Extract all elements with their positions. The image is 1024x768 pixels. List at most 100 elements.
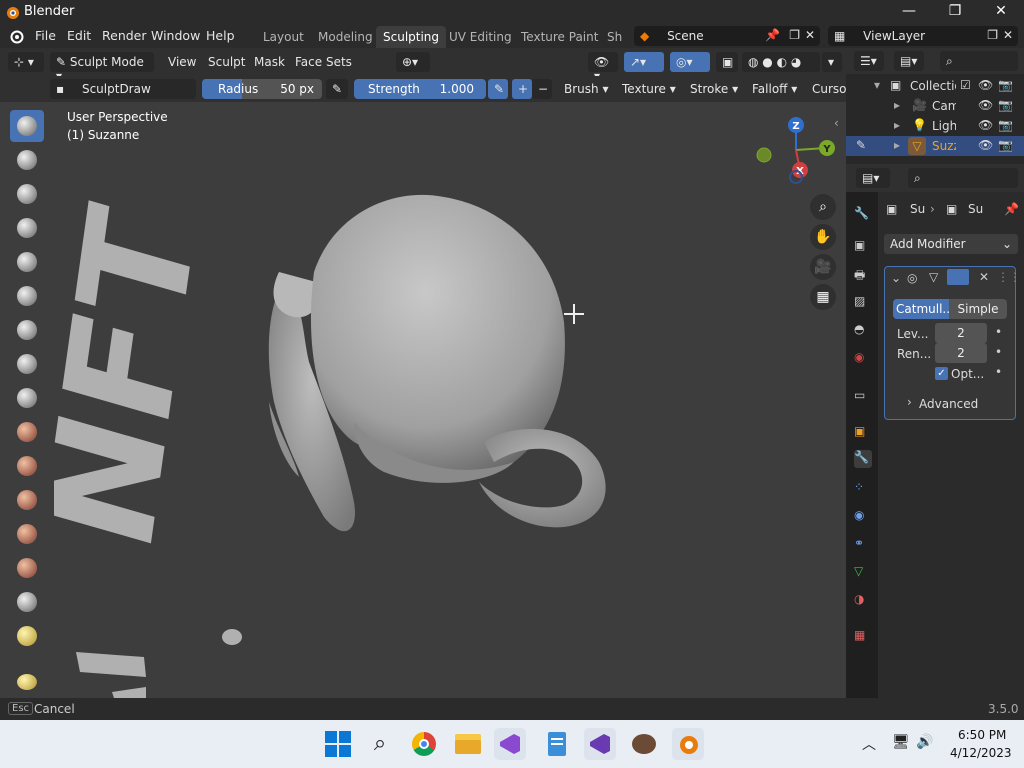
tool-clay-strips[interactable] <box>10 212 44 244</box>
tool-fill[interactable] <box>10 484 44 516</box>
remove-scene-icon[interactable]: ✕ <box>805 28 815 42</box>
simple-tab[interactable]: Simple <box>949 299 1007 319</box>
menu-mask[interactable]: Mask <box>254 55 285 69</box>
tool-snake-hook[interactable] <box>10 668 44 692</box>
network-icon[interactable]: 🖥 <box>892 734 910 750</box>
viewlayer-selector[interactable]: ▦ ViewLayer ❐ ✕ <box>828 26 1018 46</box>
eye-icon[interactable]: 👁 <box>978 98 993 112</box>
strength-slider[interactable]: Strength 1.000 <box>354 79 486 99</box>
remove-viewlayer-icon[interactable]: ✕ <box>1003 28 1013 42</box>
file-explorer-icon[interactable] <box>452 728 484 760</box>
clock-time[interactable]: 6:50 PM <box>958 728 1006 742</box>
eye-icon[interactable]: 👁 <box>978 138 993 152</box>
tray-chevron-up-icon[interactable]: ︿ <box>862 734 876 754</box>
blender-taskbar-icon[interactable] <box>672 728 704 760</box>
tool-layer[interactable] <box>10 280 44 312</box>
outliner-row[interactable]: ▸ 💡 Ligh 👁 📷 <box>846 116 1024 136</box>
menu-face-sets[interactable]: Face Sets <box>295 55 352 69</box>
gizmo-toggle[interactable]: ↗▾ <box>624 52 664 72</box>
maximize-button[interactable]: ❐ <box>932 0 978 24</box>
falloff-menu[interactable]: Falloff ▾ <box>752 82 797 96</box>
scene-tab-icon[interactable]: ◓ <box>854 322 872 340</box>
expand-icon[interactable]: ▾ <box>874 78 880 92</box>
outliner-search[interactable]: ⌕ <box>940 51 1018 71</box>
shading-dropdown[interactable]: ▾ <box>822 52 842 72</box>
collapse-icon[interactable]: ⌄ <box>891 271 901 285</box>
world-tab-icon[interactable]: ◉ <box>854 350 872 368</box>
collection-tab-icon[interactable]: ▭ <box>854 388 872 406</box>
object-tab-icon[interactable]: ▣ <box>854 424 872 442</box>
tab-layout[interactable]: Layout <box>256 26 311 48</box>
tool-draw-sharp[interactable] <box>10 144 44 176</box>
volume-icon[interactable]: 🔊 <box>916 734 933 750</box>
keyframe-dot-icon[interactable]: • <box>995 365 1002 379</box>
app-coffee-icon[interactable] <box>628 728 660 760</box>
tool-tab-icon[interactable]: 🔧 <box>854 206 872 224</box>
scene-selector[interactable]: ◆ Scene 📌 ❐ ✕ <box>634 26 820 46</box>
levels-viewport-field[interactable]: 2 <box>935 323 987 343</box>
subtract-direction-button[interactable]: − <box>532 79 552 99</box>
render-camera-icon[interactable]: 📷 <box>998 118 1013 132</box>
menu-help[interactable]: Help <box>206 28 235 43</box>
tab-texture-paint[interactable]: Texture Paint <box>514 26 605 48</box>
editmode-toggle-icon[interactable]: ▽ <box>929 270 938 284</box>
physics-tab-icon[interactable]: ◉ <box>854 508 872 526</box>
navigation-gizmo[interactable]: Z Y X <box>748 112 840 202</box>
chevron-right-icon[interactable]: › <box>907 395 912 409</box>
tool-scrape[interactable] <box>10 518 44 550</box>
zoom-icon[interactable]: ⌕ <box>810 194 836 220</box>
gizmo-z[interactable]: Z <box>792 121 799 132</box>
menu-window[interactable]: Window <box>151 28 200 43</box>
pin-icon[interactable]: 📌 <box>1004 202 1019 216</box>
search-icon[interactable]: ⌕ <box>364 728 396 760</box>
catmull-clark-tab[interactable]: Catmull... <box>893 299 949 319</box>
radius-slider[interactable]: Radius 50 px <box>202 79 322 99</box>
start-icon[interactable] <box>322 728 354 760</box>
expand-icon[interactable]: ▸ <box>894 138 900 152</box>
outliner-row[interactable]: ▾ ▣ Collectio ☑ 👁 📷 <box>846 76 1024 96</box>
view-layer-tab-icon[interactable]: ▨ <box>854 294 872 312</box>
add-modifier-button[interactable]: Add Modifier ⌄ <box>884 234 1018 254</box>
constraints-tab-icon[interactable]: ⚭ <box>854 536 872 554</box>
realtime-toggle-icon[interactable] <box>947 269 969 285</box>
stroke-menu[interactable]: Stroke ▾ <box>690 82 738 96</box>
eye-icon[interactable]: 👁 <box>978 118 993 132</box>
particles-tab-icon[interactable]: ⁘ <box>854 480 872 498</box>
cursor-menu[interactable]: Cursor <box>812 82 846 96</box>
perspective-toggle-icon[interactable]: ▦ <box>810 284 836 310</box>
tool-inflate[interactable] <box>10 314 44 346</box>
close-window-button[interactable]: ✕ <box>978 0 1024 24</box>
add-direction-button[interactable]: + <box>512 79 532 99</box>
new-scene-icon[interactable]: ❐ <box>789 28 800 42</box>
tool-smooth[interactable] <box>10 416 44 448</box>
camera-view-icon[interactable]: 🎥 <box>810 254 836 280</box>
keyframe-dot-icon[interactable]: • <box>995 325 1002 339</box>
transform-orientation-dropdown[interactable]: ⊕▾ <box>396 52 430 72</box>
menu-edit[interactable]: Edit <box>67 28 91 43</box>
render-camera-icon[interactable]: 📷 <box>998 98 1013 112</box>
brush-menu[interactable]: Brush ▾ <box>564 82 608 96</box>
modifier-tab-icon[interactable]: 🔧 <box>854 450 872 468</box>
notepad-icon[interactable] <box>540 728 572 760</box>
strength-pressure-icon[interactable]: ✎ <box>488 79 508 99</box>
render-tab-icon[interactable]: ▣ <box>854 238 872 256</box>
remove-modifier-icon[interactable]: ✕ <box>979 270 989 284</box>
tab-shading[interactable]: Sh <box>600 26 629 48</box>
render-levels-field[interactable]: 2 <box>935 343 987 363</box>
expand-icon[interactable]: ▸ <box>894 118 900 132</box>
tool-clay-thumb[interactable] <box>10 246 44 278</box>
outliner-row-selected[interactable]: ✎ ▸ ▽ Suzz 👁 📷 <box>846 136 1024 156</box>
tool-clay[interactable] <box>10 178 44 210</box>
expand-icon[interactable]: ▸ <box>894 98 900 112</box>
output-tab-icon[interactable]: 🖶 <box>854 266 872 284</box>
blender-menu-icon[interactable] <box>8 28 24 44</box>
menu-render[interactable]: Render <box>102 28 147 43</box>
gizmo-y[interactable]: Y <box>822 144 831 155</box>
outliner-row[interactable]: ▸ 🎥 Cam 👁 📷 <box>846 96 1024 116</box>
new-viewlayer-icon[interactable]: ❐ <box>987 28 998 42</box>
include-checkbox[interactable]: ☑ <box>960 78 971 92</box>
eye-icon[interactable]: 👁 <box>978 78 993 92</box>
tab-sculpting[interactable]: Sculpting <box>376 26 447 48</box>
keyframe-dot-icon[interactable]: • <box>995 345 1002 359</box>
tool-draw[interactable] <box>10 110 44 142</box>
